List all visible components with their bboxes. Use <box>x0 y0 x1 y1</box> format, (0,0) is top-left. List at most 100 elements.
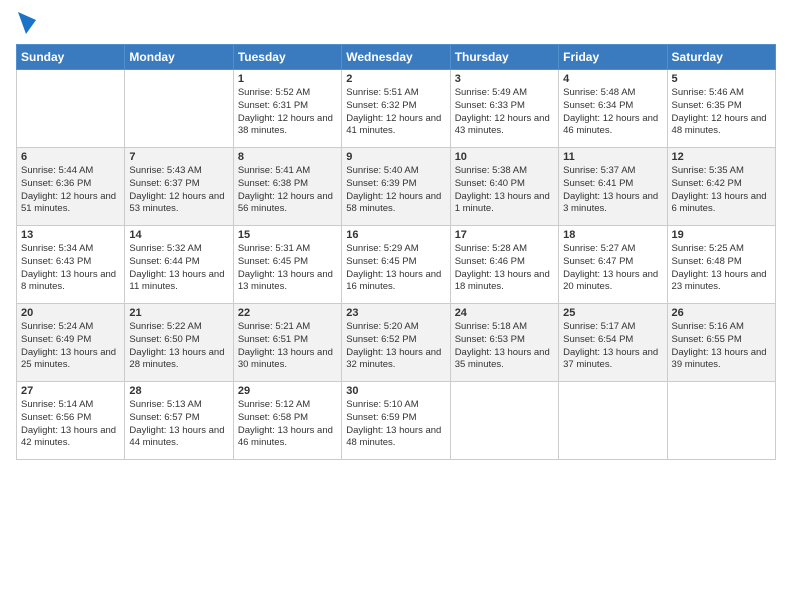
logo <box>16 12 36 38</box>
col-header-wednesday: Wednesday <box>342 45 450 70</box>
day-number: 19 <box>672 229 771 241</box>
cell-daylight-text: Sunrise: 5:38 AM Sunset: 6:40 PM Dayligh… <box>455 165 554 216</box>
calendar-cell: 26 Sunrise: 5:16 AM Sunset: 6:55 PM Dayli… <box>667 304 775 382</box>
day-number: 12 <box>672 151 771 163</box>
cell-daylight-text: Sunrise: 5:22 AM Sunset: 6:50 PM Dayligh… <box>129 321 228 372</box>
cell-daylight-text: Sunrise: 5:37 AM Sunset: 6:41 PM Dayligh… <box>563 165 662 216</box>
day-number: 7 <box>129 151 228 163</box>
calendar-cell: 9Sunrise: 5:40 AM Sunset: 6:39 PM Daylig… <box>342 148 450 226</box>
calendar-cell: 15 Sunrise: 5:31 AM Sunset: 6:45 PM Dayli… <box>233 226 341 304</box>
calendar-cell: 13 Sunrise: 5:34 AM Sunset: 6:43 PM Dayli… <box>17 226 125 304</box>
day-number: 15 <box>238 229 337 241</box>
day-number: 14 <box>129 229 228 241</box>
calendar-cell: 21 Sunrise: 5:22 AM Sunset: 6:50 PM Dayli… <box>125 304 233 382</box>
calendar-cell: 11 Sunrise: 5:37 AM Sunset: 6:41 PM Dayli… <box>559 148 667 226</box>
day-number: 2 <box>346 73 445 85</box>
calendar-cell: 16 Sunrise: 5:29 AM Sunset: 6:45 PM Dayli… <box>342 226 450 304</box>
logo-icon <box>18 12 36 34</box>
cell-daylight-text: Sunrise: 5:31 AM Sunset: 6:45 PM Dayligh… <box>238 243 337 294</box>
col-header-monday: Monday <box>125 45 233 70</box>
cell-daylight-text: Sunrise: 5:21 AM Sunset: 6:51 PM Dayligh… <box>238 321 337 372</box>
day-number: 9 <box>346 151 445 163</box>
calendar-cell: 8 Sunrise: 5:41 AM Sunset: 6:38 PM Daylig… <box>233 148 341 226</box>
calendar-table: SundayMondayTuesdayWednesdayThursdayFrid… <box>16 44 776 460</box>
day-number: 25 <box>563 307 662 319</box>
cell-daylight-text: Sunrise: 5:44 AM Sunset: 6:36 PM Dayligh… <box>21 165 120 216</box>
calendar-cell <box>667 382 775 460</box>
day-number: 20 <box>21 307 120 319</box>
day-number: 30 <box>346 385 445 397</box>
calendar-cell: 24 Sunrise: 5:18 AM Sunset: 6:53 PM Dayli… <box>450 304 558 382</box>
calendar-cell: 23 Sunrise: 5:20 AM Sunset: 6:52 PM Dayli… <box>342 304 450 382</box>
calendar-cell: 1 Sunrise: 5:52 AM Sunset: 6:31 PM Daylig… <box>233 70 341 148</box>
header-row <box>16 12 776 38</box>
calendar-cell: 28Sunrise: 5:13 AM Sunset: 6:57 PM Dayli… <box>125 382 233 460</box>
cell-daylight-text: Sunrise: 5:32 AM Sunset: 6:44 PM Dayligh… <box>129 243 228 294</box>
week-row-4: 20 Sunrise: 5:24 AM Sunset: 6:49 PM Dayli… <box>17 304 776 382</box>
calendar-cell: 3 Sunrise: 5:49 AM Sunset: 6:33 PM Daylig… <box>450 70 558 148</box>
cell-daylight-text: Sunrise: 5:28 AM Sunset: 6:46 PM Dayligh… <box>455 243 554 294</box>
week-row-3: 13 Sunrise: 5:34 AM Sunset: 6:43 PM Dayli… <box>17 226 776 304</box>
calendar-cell: 27 Sunrise: 5:14 AM Sunset: 6:56 PM Dayli… <box>17 382 125 460</box>
calendar-cell: 7Sunrise: 5:43 AM Sunset: 6:37 PM Daylig… <box>125 148 233 226</box>
calendar-cell: 25 Sunrise: 5:17 AM Sunset: 6:54 PM Dayli… <box>559 304 667 382</box>
day-number: 27 <box>21 385 120 397</box>
day-number: 29 <box>238 385 337 397</box>
cell-daylight-text: Sunrise: 5:29 AM Sunset: 6:45 PM Dayligh… <box>346 243 445 294</box>
calendar-cell: 4Sunrise: 5:48 AM Sunset: 6:34 PM Daylig… <box>559 70 667 148</box>
calendar-cell: 14 Sunrise: 5:32 AM Sunset: 6:44 PM Dayli… <box>125 226 233 304</box>
cell-daylight-text: Sunrise: 5:12 AM Sunset: 6:58 PM Dayligh… <box>238 399 337 450</box>
day-number: 18 <box>563 229 662 241</box>
col-header-thursday: Thursday <box>450 45 558 70</box>
cell-daylight-text: Sunrise: 5:41 AM Sunset: 6:38 PM Dayligh… <box>238 165 337 216</box>
cell-daylight-text: Sunrise: 5:13 AM Sunset: 6:57 PM Dayligh… <box>129 399 228 450</box>
calendar-cell: 20 Sunrise: 5:24 AM Sunset: 6:49 PM Dayli… <box>17 304 125 382</box>
day-number: 1 <box>238 73 337 85</box>
col-header-saturday: Saturday <box>667 45 775 70</box>
cell-daylight-text: Sunrise: 5:25 AM Sunset: 6:48 PM Dayligh… <box>672 243 771 294</box>
day-number: 21 <box>129 307 228 319</box>
day-number: 3 <box>455 73 554 85</box>
day-number: 10 <box>455 151 554 163</box>
calendar-cell: 19 Sunrise: 5:25 AM Sunset: 6:48 PM Dayli… <box>667 226 775 304</box>
cell-daylight-text: Sunrise: 5:17 AM Sunset: 6:54 PM Dayligh… <box>563 321 662 372</box>
cell-daylight-text: Sunrise: 5:24 AM Sunset: 6:49 PM Dayligh… <box>21 321 120 372</box>
col-header-friday: Friday <box>559 45 667 70</box>
main-container: SundayMondayTuesdayWednesdayThursdayFrid… <box>0 0 792 468</box>
day-number: 23 <box>346 307 445 319</box>
cell-daylight-text: Sunrise: 5:49 AM Sunset: 6:33 PM Dayligh… <box>455 87 554 138</box>
day-number: 17 <box>455 229 554 241</box>
day-number: 13 <box>21 229 120 241</box>
calendar-cell: 12 Sunrise: 5:35 AM Sunset: 6:42 PM Dayli… <box>667 148 775 226</box>
cell-daylight-text: Sunrise: 5:14 AM Sunset: 6:56 PM Dayligh… <box>21 399 120 450</box>
cell-daylight-text: Sunrise: 5:34 AM Sunset: 6:43 PM Dayligh… <box>21 243 120 294</box>
cell-daylight-text: Sunrise: 5:48 AM Sunset: 6:34 PM Dayligh… <box>563 87 662 138</box>
calendar-cell: 22Sunrise: 5:21 AM Sunset: 6:51 PM Dayli… <box>233 304 341 382</box>
cell-daylight-text: Sunrise: 5:20 AM Sunset: 6:52 PM Dayligh… <box>346 321 445 372</box>
col-header-sunday: Sunday <box>17 45 125 70</box>
day-number: 11 <box>563 151 662 163</box>
cell-daylight-text: Sunrise: 5:52 AM Sunset: 6:31 PM Dayligh… <box>238 87 337 138</box>
week-row-2: 6 Sunrise: 5:44 AM Sunset: 6:36 PM Daylig… <box>17 148 776 226</box>
day-number: 16 <box>346 229 445 241</box>
day-number: 26 <box>672 307 771 319</box>
cell-daylight-text: Sunrise: 5:51 AM Sunset: 6:32 PM Dayligh… <box>346 87 445 138</box>
calendar-cell: 17 Sunrise: 5:28 AM Sunset: 6:46 PM Dayli… <box>450 226 558 304</box>
calendar-cell <box>450 382 558 460</box>
day-number: 8 <box>238 151 337 163</box>
calendar-cell: 6 Sunrise: 5:44 AM Sunset: 6:36 PM Daylig… <box>17 148 125 226</box>
day-number: 6 <box>21 151 120 163</box>
calendar-cell <box>559 382 667 460</box>
cell-daylight-text: Sunrise: 5:16 AM Sunset: 6:55 PM Dayligh… <box>672 321 771 372</box>
cell-daylight-text: Sunrise: 5:35 AM Sunset: 6:42 PM Dayligh… <box>672 165 771 216</box>
cell-daylight-text: Sunrise: 5:10 AM Sunset: 6:59 PM Dayligh… <box>346 399 445 450</box>
cell-daylight-text: Sunrise: 5:27 AM Sunset: 6:47 PM Dayligh… <box>563 243 662 294</box>
header-row-days: SundayMondayTuesdayWednesdayThursdayFrid… <box>17 45 776 70</box>
calendar-cell <box>17 70 125 148</box>
calendar-cell: 18 Sunrise: 5:27 AM Sunset: 6:47 PM Dayli… <box>559 226 667 304</box>
day-number: 5 <box>672 73 771 85</box>
week-row-5: 27 Sunrise: 5:14 AM Sunset: 6:56 PM Dayli… <box>17 382 776 460</box>
cell-daylight-text: Sunrise: 5:46 AM Sunset: 6:35 PM Dayligh… <box>672 87 771 138</box>
cell-daylight-text: Sunrise: 5:18 AM Sunset: 6:53 PM Dayligh… <box>455 321 554 372</box>
day-number: 24 <box>455 307 554 319</box>
